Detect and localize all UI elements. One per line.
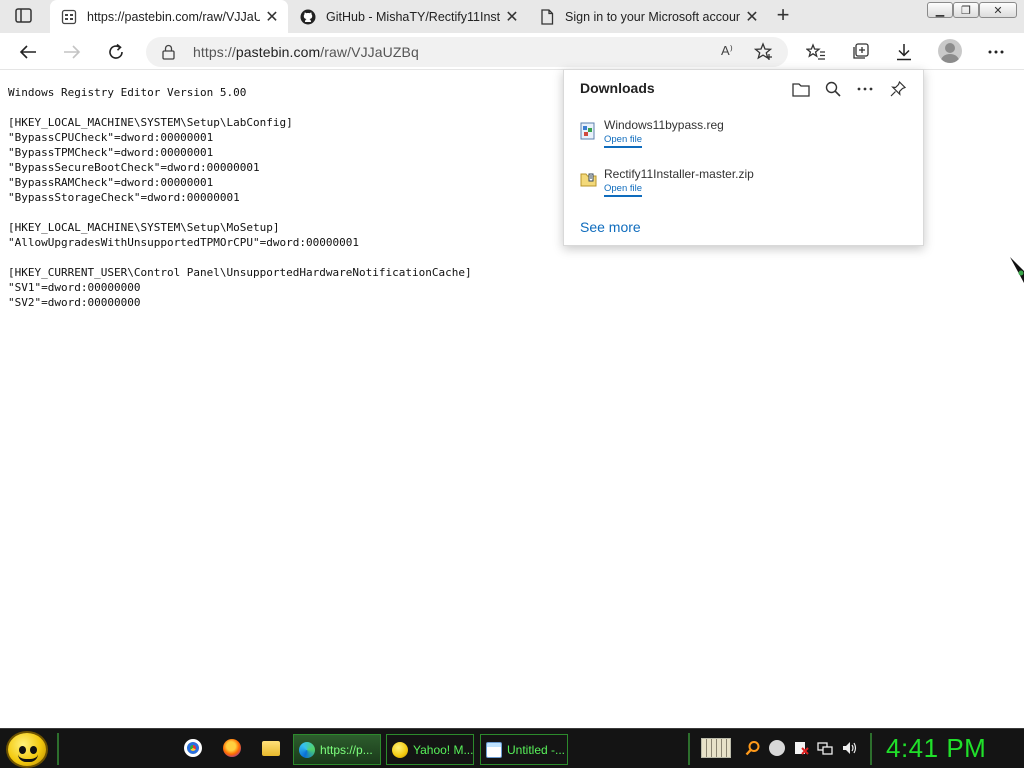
browser-toolbar: https://pastebin.com/raw/VJJaUZBq A⁾: [0, 33, 1024, 70]
network-icon[interactable]: [817, 740, 833, 756]
read-aloud-icon[interactable]: A⁾: [721, 43, 733, 59]
tab-pastebin[interactable]: https://pastebin.com/raw/VJJaUZ ✕: [50, 0, 288, 33]
add-favorite-icon[interactable]: [753, 42, 774, 67]
download-filename: Windows11bypass.reg: [604, 118, 724, 132]
avatar-body: [941, 54, 959, 63]
registry-line: "AllowUpgradesWithUnsupportedTPMOrCPU"=d…: [8, 236, 359, 249]
close-window-button[interactable]: ✕: [979, 2, 1017, 18]
page-icon: [539, 8, 555, 25]
registry-line: [HKEY_CURRENT_USER\Control Panel\Unsuppo…: [8, 266, 472, 279]
url-text: https://pastebin.com/raw/VJJaUZBq: [193, 44, 419, 60]
profile-avatar[interactable]: [938, 39, 962, 63]
close-tab-icon[interactable]: ✕: [740, 5, 764, 29]
open-file-link[interactable]: Open file: [604, 183, 643, 197]
registry-text: Windows Registry Editor Version 5.00 [HK…: [8, 85, 472, 310]
start-eye: [30, 746, 37, 754]
see-more-link[interactable]: See more: [580, 219, 641, 235]
tab-strip: https://pastebin.com/raw/VJJaUZ ✕ GitHub…: [0, 0, 1024, 33]
taskbar-separator: [57, 733, 59, 765]
registry-line: [HKEY_LOCAL_MACHINE\SYSTEM\Setup\LabConf…: [8, 116, 293, 129]
search-icon[interactable]: [822, 78, 844, 100]
downloads-title: Downloads: [580, 80, 655, 96]
tab-actions-icon[interactable]: [14, 7, 34, 25]
url-path: /raw/VJJaUZBq: [320, 44, 419, 60]
taskbar-clock[interactable]: 4:41 PM: [886, 733, 986, 764]
tab-microsoft-signin[interactable]: Sign in to your Microsoft accoun ✕: [528, 0, 768, 33]
new-tab-button[interactable]: +: [771, 4, 795, 27]
open-file-link[interactable]: Open file: [604, 134, 643, 148]
taskbar-separator: [688, 733, 690, 765]
downloads-icon[interactable]: [890, 38, 918, 66]
download-item[interactable]: Rectify11Installer-master.zip Open file: [564, 167, 923, 211]
tab-title: Sign in to your Microsoft accoun: [565, 9, 740, 24]
volume-icon[interactable]: [841, 740, 857, 756]
back-arrow-icon[interactable]: [14, 38, 42, 66]
keyboard-icon[interactable]: [701, 738, 731, 758]
chrome-icon[interactable]: [184, 739, 202, 757]
registry-line: Windows Registry Editor Version 5.00: [8, 86, 247, 99]
more-menu-icon[interactable]: [982, 38, 1010, 66]
registry-line: "BypassTPMCheck"=dword:00000001: [8, 146, 214, 159]
tab-github[interactable]: GitHub - MishaTY/Rectify11Insta ✕: [289, 0, 528, 33]
registry-line: "BypassSecureBootCheck"=dword:00000001: [8, 161, 260, 174]
github-icon: [300, 9, 316, 25]
download-filename: Rectify11Installer-master.zip: [604, 167, 754, 181]
firefox-icon[interactable]: [223, 739, 241, 757]
more-options-icon[interactable]: [854, 78, 876, 100]
taskbar-task-yahoo[interactable]: Yahoo! M...: [386, 734, 474, 765]
security-alert-icon[interactable]: [793, 740, 809, 756]
folder-icon[interactable]: [262, 741, 280, 756]
minimize-button[interactable]: ▁: [927, 2, 953, 18]
pin-icon[interactable]: [887, 78, 909, 100]
messenger-status-icon[interactable]: [769, 740, 785, 756]
download-item[interactable]: Windows11bypass.reg Open file: [564, 118, 923, 162]
lock-icon[interactable]: [162, 44, 175, 65]
yahoo-messenger-icon: [392, 741, 408, 758]
registry-line: "BypassStorageCheck"=dword:00000001: [8, 191, 240, 204]
forward-arrow-icon[interactable]: [58, 38, 86, 66]
task-label: Untitled -...: [507, 742, 566, 757]
registry-line: "SV1"=dword:00000000: [8, 281, 141, 294]
registry-file-icon: [580, 122, 596, 140]
pastebin-icon: [61, 9, 77, 25]
registry-line: [8, 205, 472, 220]
url-scheme: https://: [193, 44, 236, 60]
url-host: pastebin.com: [235, 44, 321, 60]
taskbar-task-edge[interactable]: https://p...: [293, 734, 381, 765]
open-folder-icon[interactable]: [790, 78, 812, 100]
edge-icon: [299, 741, 315, 758]
collections-icon[interactable]: [846, 38, 874, 66]
refresh-icon[interactable]: [102, 38, 130, 66]
zip-folder-icon: [580, 171, 597, 189]
address-bar[interactable]: https://pastebin.com/raw/VJJaUZBq A⁾: [146, 37, 788, 67]
task-label: Yahoo! M...: [413, 742, 474, 757]
taskbar-task-notepad[interactable]: Untitled -...: [480, 734, 568, 765]
search-icon[interactable]: [745, 740, 761, 756]
taskbar-separator: [870, 733, 872, 765]
registry-line: "SV2"=dword:00000000: [8, 296, 141, 309]
registry-line: [8, 100, 472, 115]
registry-line: "BypassRAMCheck"=dword:00000001: [8, 176, 214, 189]
avatar-head: [945, 43, 955, 53]
notepad-icon: [486, 741, 502, 758]
cursor-icon: [1010, 257, 1024, 290]
taskbar: https://p... Yahoo! M... Untitled -... 4…: [0, 728, 1024, 768]
registry-line: "BypassCPUCheck"=dword:00000001: [8, 131, 214, 144]
close-tab-icon[interactable]: ✕: [260, 5, 284, 29]
start-button[interactable]: [6, 731, 48, 768]
start-eye: [19, 746, 26, 754]
task-label: https://p...: [320, 742, 373, 757]
tab-title: https://pastebin.com/raw/VJJaUZ: [87, 9, 260, 24]
maximize-button[interactable]: ❐: [953, 2, 979, 18]
downloads-panel: Downloads Windows11bypass.reg Open file …: [563, 69, 924, 246]
tab-title: GitHub - MishaTY/Rectify11Insta: [326, 9, 500, 24]
registry-line: [8, 250, 472, 265]
start-mouth: [18, 754, 38, 762]
close-tab-icon[interactable]: ✕: [500, 5, 524, 29]
registry-line: [HKEY_LOCAL_MACHINE\SYSTEM\Setup\MoSetup…: [8, 221, 280, 234]
favorites-icon[interactable]: [802, 38, 830, 66]
